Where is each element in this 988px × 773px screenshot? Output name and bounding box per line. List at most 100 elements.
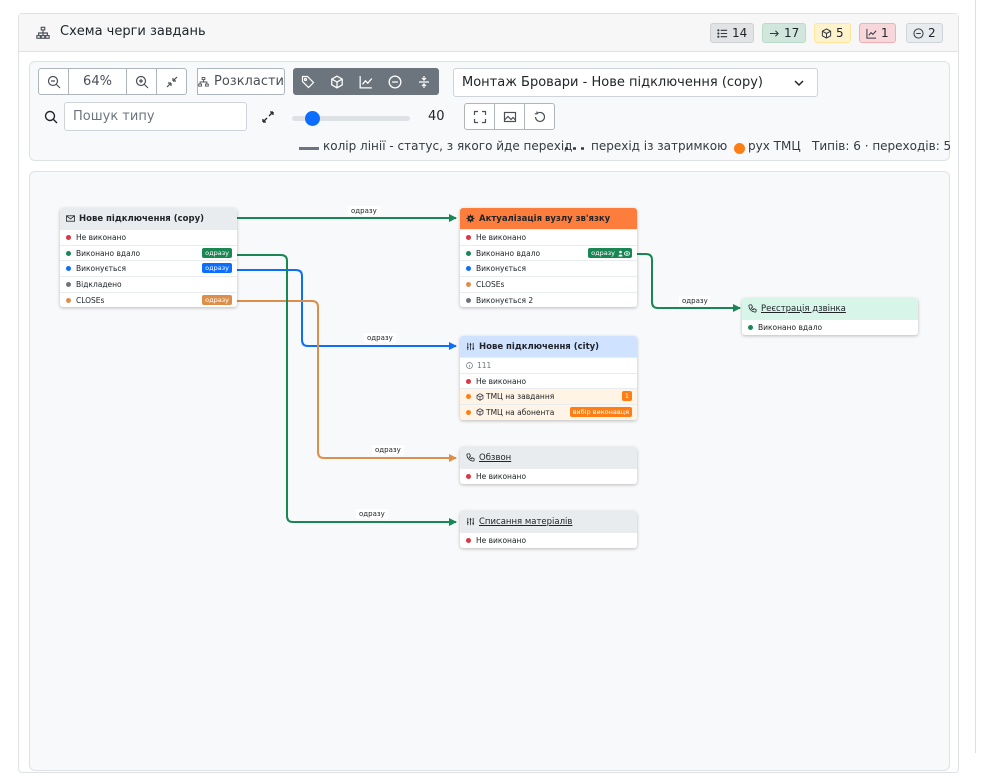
node-header[interactable]: Списання матеріалів [460,511,637,532]
status-dot [466,234,471,240]
filter-group [293,68,439,95]
legend-delay-swatch [565,147,585,150]
status-row[interactable]: Виконано вдало [742,319,918,335]
transition-pill: одразу [202,247,232,258]
card-title: Схема черги завдань [60,24,206,39]
tag-icon [301,75,315,88]
transition-pill: одразу [202,294,232,305]
edge-label: одразу [679,296,711,306]
node-header[interactable]: Обзвон [460,447,637,468]
status-row[interactable]: CLOSEs одразу [60,291,237,308]
edge-label: одразу [364,333,396,343]
node-copy[interactable]: Нове підключення (copy) Не виконано Вико… [60,208,237,308]
status-dot [466,394,471,400]
compress-icon [166,76,177,87]
status-row[interactable]: Виконано вдало одразу [460,244,637,261]
legend-tmc: рух ТМЦ [748,139,801,153]
status-row[interactable]: Не виконано [460,468,637,484]
status-row[interactable]: Не виконано [60,229,237,245]
status-dot [466,297,471,303]
fit-view-button[interactable] [156,68,187,95]
status-row[interactable]: Виконується одразу [60,260,237,276]
chart-line-icon [359,75,373,88]
list-icon [717,28,728,38]
chevron-down-icon [794,80,804,87]
slider-thumb[interactable] [305,111,321,126]
badge-materials: 5 [814,23,851,43]
edge-label: одразу [372,445,404,455]
node-header[interactable]: Нове підключення (city) [460,336,637,357]
status-dot [466,473,471,479]
executor-pill: вибір виконавця [569,407,632,418]
filter-trend-button[interactable] [351,68,381,95]
slider-value: 40 [428,109,445,124]
envelope-icon [66,215,75,222]
transition-pill: одразу [202,263,232,274]
box-icon [821,27,832,39]
status-row[interactable]: Не виконано [460,229,637,245]
arrow-right-icon [769,29,779,37]
layout-button[interactable]: Розкласти [197,68,285,95]
spacing-slider[interactable] [292,111,410,126]
node-call[interactable]: Обзвон Не виконано [460,447,637,484]
box-icon [476,408,484,417]
legend-line-color: колір лінії - статус, з якого йде перехі… [323,139,573,153]
node-writeoff[interactable]: Списання матеріалів Не виконано [460,511,637,548]
status-row[interactable]: Виконано вдало одразу [60,244,237,261]
zoom-level[interactable]: 64% [68,68,127,95]
status-row[interactable]: Відкладено [60,276,237,292]
filter-excluded-button[interactable] [380,68,410,95]
node-register[interactable]: Реєстрація дзвінка Виконано вдало [742,298,918,335]
status-dot [466,409,471,415]
toolbar: 64% Розкласти Монтаж Бровари - Нове підк… [29,61,952,161]
box-icon [476,392,484,401]
node-city[interactable]: Нове підключення (city) 111 Не виконано … [460,336,637,420]
status-row[interactable]: Виконується 2 [460,291,637,308]
status-row[interactable]: Не виконано [460,372,637,389]
view-group [464,103,555,130]
material-row[interactable]: ТМЦ на завдання 1 [460,388,637,405]
status-dot [66,266,71,272]
box-icon [331,74,343,89]
filter-materials-button[interactable] [322,68,352,95]
node-header[interactable]: Нове підключення (copy) [60,208,237,229]
status-dot [466,281,471,287]
search-input[interactable] [64,102,247,131]
status-dot [466,266,471,272]
zoom-group: 64% [38,68,187,95]
export-image-button[interactable] [494,103,525,130]
status-dot [66,281,71,287]
minus-circle-icon [388,75,402,88]
node-header[interactable]: Реєстрація дзвінка [742,298,918,319]
status-row[interactable]: CLOSEs [460,276,637,292]
gear-icon [466,214,475,223]
info-row: 111 [460,357,637,373]
status-dot [466,537,471,543]
node-header[interactable]: Актуалізація вузлу зв'язку [460,208,637,229]
status-dot [748,324,753,330]
zoom-out-icon [47,75,60,88]
zoom-out-button[interactable] [38,68,69,95]
material-row[interactable]: ТМЦ на абонента вибір виконавця [460,404,637,420]
expand-arrows-icon[interactable] [261,110,275,124]
status-dot [466,378,471,384]
queue-select[interactable]: Монтаж Бровари - Нове підключення (copy) [453,68,818,97]
status-row[interactable]: Виконується [460,260,637,276]
users-eye-icon [618,250,630,257]
filter-tags-button[interactable] [293,68,323,95]
status-row[interactable]: Не виконано [460,532,637,548]
legend-tmc-dot [734,143,745,154]
zoom-in-button[interactable] [126,68,157,95]
badge-transitions: 17 [762,23,807,43]
node-update[interactable]: Актуалізація вузлу зв'язку Не виконано В… [460,208,637,308]
card-header: Схема черги завдань 14 17 5 1 2 [19,14,958,52]
status-dot [466,250,471,256]
image-icon [503,111,516,122]
fullscreen-button[interactable] [464,103,495,130]
layout-group: Розкласти [197,68,285,95]
edge-label: одразу [356,509,388,519]
reset-button[interactable] [524,103,555,130]
filter-split-button[interactable] [409,68,439,95]
legend-counts: Типів: 6 · переходів: 5 [812,139,952,153]
page-scrollbar[interactable] [975,0,976,753]
